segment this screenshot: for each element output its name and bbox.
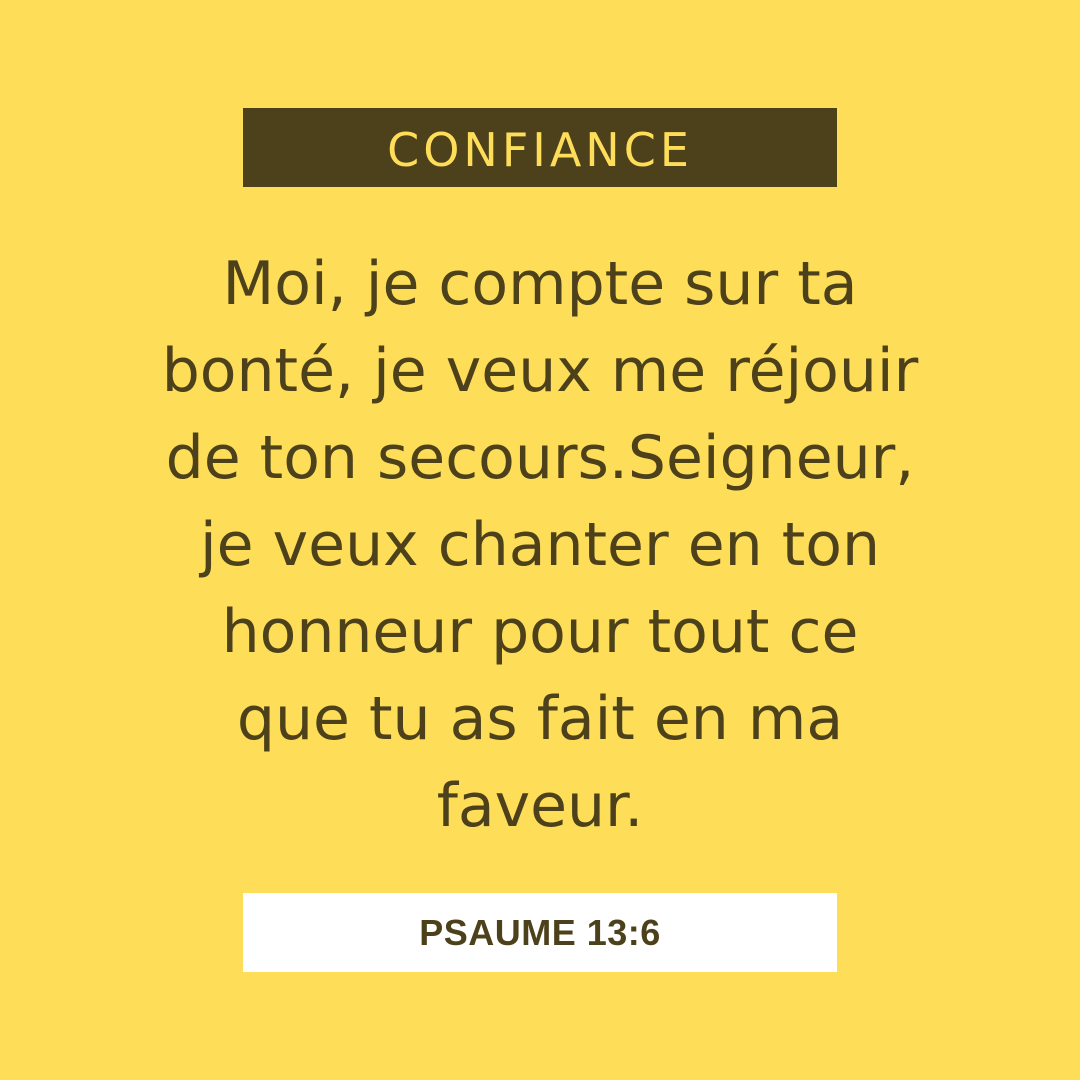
verse-line: que tu as fait en ma [236,683,844,754]
verse-line: faveur. [436,770,644,841]
verse-line: bonté, je veux me réjouir [161,335,919,406]
theme-label: CONFIANCE [387,122,693,177]
verse-line: de ton secours.Seigneur, [165,422,915,493]
verse-line: honneur pour tout ce [221,596,859,667]
verse-container: Moi, je compte sur ta bonté, je veux me … [60,245,1020,845]
verse-line: Moi, je compte sur ta [222,248,858,319]
reference-box: PSAUME 13:6 [243,893,837,972]
verse-line: je veux chanter en ton [200,509,880,580]
verse-text: Moi, je compte sur ta bonté, je veux me … [90,241,990,850]
verse-reference: PSAUME 13:6 [419,911,661,953]
verse-card: { "theme": { "label": "CONFIANCE" }, "ve… [0,0,1080,1080]
theme-banner: CONFIANCE [243,108,837,187]
